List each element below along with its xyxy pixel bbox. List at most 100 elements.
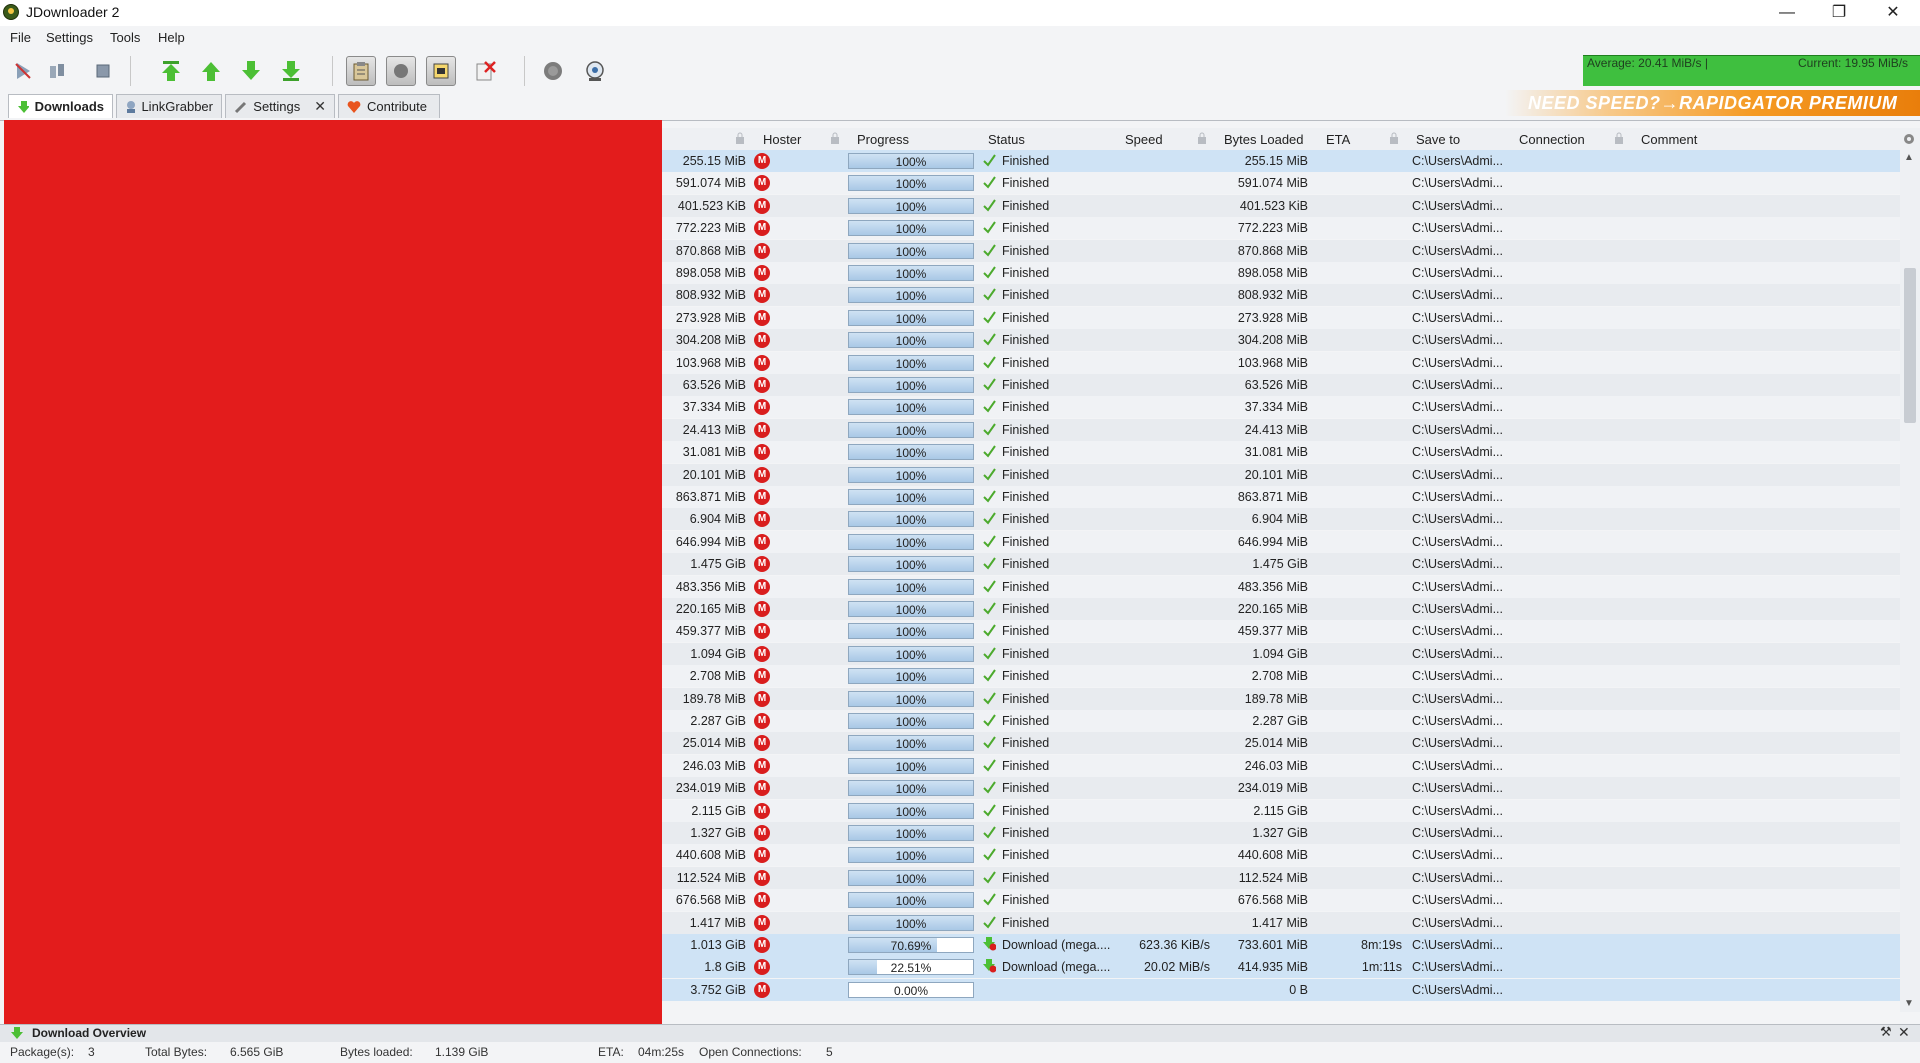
menu-settings[interactable]: Settings bbox=[46, 30, 93, 45]
bytes-loaded: 440.608 MiB bbox=[1237, 848, 1308, 863]
auto-update-icon[interactable] bbox=[426, 56, 456, 86]
close-panel-icon[interactable]: ✕ bbox=[1898, 1024, 1910, 1041]
table-row[interactable]: 24.413 MiB M 100% Finished 24.413 MiB C:\User… bbox=[662, 418, 1900, 441]
tab-linkgrabber[interactable]: LinkGrabber bbox=[116, 94, 222, 118]
start-downloads-icon[interactable] bbox=[8, 56, 38, 86]
column-bytes-loaded[interactable]: Bytes Loaded bbox=[1224, 132, 1304, 147]
lock-icon[interactable] bbox=[1197, 132, 1207, 144]
table-row[interactable]: 6.904 MiB M 100% Finished 6.904 MiB C:\Users\… bbox=[662, 508, 1900, 531]
table-row[interactable]: 1.417 MiB M 100% Finished 1.417 MiB C:\Users\… bbox=[662, 911, 1900, 934]
table-row[interactable]: 898.058 MiB M 100% Finished 898.058 MiB C:\Us… bbox=[662, 262, 1900, 284]
bytes-loaded: 676.568 MiB bbox=[1237, 893, 1308, 908]
cleanup-icon[interactable] bbox=[470, 56, 500, 86]
table-row[interactable]: 255.15 MiB M 100% Finished 255.15 MiB C:\User… bbox=[662, 150, 1900, 172]
table-row[interactable]: 808.932 MiB M 100% Finished 808.932 MiB C:\Us… bbox=[662, 284, 1900, 307]
table-row[interactable]: 273.928 MiB M 100% Finished 273.928 MiB C:\Us… bbox=[662, 306, 1900, 329]
table-row[interactable]: 189.78 MiB M 100% Finished 189.78 MiB C:\User… bbox=[662, 687, 1900, 710]
pause-downloads-icon[interactable] bbox=[42, 56, 72, 86]
current-speed: Current: 19.95 MiB/s bbox=[1798, 56, 1909, 70]
column-hoster[interactable]: Hoster bbox=[763, 132, 801, 147]
table-row[interactable]: 483.356 MiB M 100% Finished 483.356 MiB C:\Us… bbox=[662, 575, 1900, 598]
table-row[interactable]: 863.871 MiB M 100% Finished 863.871 MiB C:\Us… bbox=[662, 486, 1900, 508]
column-speed[interactable]: Speed bbox=[1125, 132, 1163, 147]
column-eta[interactable]: ETA bbox=[1326, 132, 1350, 147]
premium-banner-text[interactable]: NEED SPEED?→RAPIDGATOR PREMIUM bbox=[1528, 93, 1897, 114]
bytes-loaded: 772.223 MiB bbox=[1237, 221, 1308, 236]
move-top-icon[interactable] bbox=[156, 56, 186, 86]
column-connection[interactable]: Connection bbox=[1519, 132, 1585, 147]
wrench-icon[interactable]: ⚒ bbox=[1880, 1024, 1892, 1040]
move-bottom-icon[interactable] bbox=[276, 56, 306, 86]
table-row[interactable]: 103.968 MiB M 100% Finished 103.968 MiB C:\Us… bbox=[662, 351, 1900, 374]
tab-contribute-label: Contribute bbox=[367, 99, 427, 114]
premium-icon[interactable] bbox=[580, 56, 610, 86]
stop-downloads-icon[interactable] bbox=[88, 56, 118, 86]
scroll-up-icon[interactable]: ▲ bbox=[1904, 152, 1914, 163]
save-to-path: C:\Users\Admi... bbox=[1412, 490, 1503, 504]
menu-help[interactable]: Help bbox=[158, 30, 185, 45]
table-row[interactable]: 37.334 MiB M 100% Finished 37.334 MiB C:\User… bbox=[662, 396, 1900, 419]
table-row[interactable]: 646.994 MiB M 100% Finished 646.994 MiB C:\Us… bbox=[662, 530, 1900, 553]
table-row[interactable]: 440.608 MiB M 100% Finished 440.608 MiB C:\Us… bbox=[662, 844, 1900, 867]
tab-contribute[interactable]: Contribute bbox=[338, 94, 440, 118]
column-settings-icon[interactable] bbox=[1902, 132, 1916, 146]
table-row[interactable]: 1.8 GiB M 22.51% Download (mega.... 20.02 Mi… bbox=[662, 956, 1900, 979]
table-row[interactable]: 63.526 MiB M 100% Finished 63.526 MiB C:\User… bbox=[662, 374, 1900, 396]
scroll-down-icon[interactable]: ▼ bbox=[1904, 998, 1914, 1009]
lock-icon[interactable] bbox=[830, 132, 840, 144]
lock-icon[interactable] bbox=[1389, 132, 1399, 144]
table-row[interactable]: 591.074 MiB M 100% Finished 591.074 MiB C:\Us… bbox=[662, 172, 1900, 195]
scrollbar-thumb[interactable] bbox=[1904, 268, 1916, 423]
table-row[interactable]: 3.752 GiB M 0.00% 0 B C:\Users\Admi... bbox=[662, 978, 1900, 1001]
menu-file[interactable]: File bbox=[10, 30, 31, 45]
column-save-to[interactable]: Save to bbox=[1416, 132, 1460, 147]
table-row[interactable]: 112.524 MiB M 100% Finished 112.524 MiB C:\Us… bbox=[662, 866, 1900, 889]
bytes-loaded: 189.78 MiB bbox=[1244, 691, 1308, 706]
menu-tools[interactable]: Tools bbox=[110, 30, 140, 45]
clipboard-observer-icon[interactable] bbox=[346, 56, 376, 86]
table-row[interactable]: 25.014 MiB M 100% Finished 25.014 MiB C:\User… bbox=[662, 732, 1900, 755]
column-status[interactable]: Status bbox=[988, 132, 1025, 147]
table-row[interactable]: 304.208 MiB M 100% Finished 304.208 MiB C:\Us… bbox=[662, 329, 1900, 352]
table-row[interactable]: 31.081 MiB M 100% Finished 31.081 MiB C:\User… bbox=[662, 441, 1900, 464]
download-overview-panel bbox=[0, 1024, 1920, 1043]
table-row[interactable]: 2.115 GiB M 100% Finished 2.115 GiB C:\Users\… bbox=[662, 799, 1900, 822]
table-row[interactable]: 401.523 KiB M 100% Finished 401.523 KiB C:\Us… bbox=[662, 194, 1900, 217]
bytes-loaded: 808.932 MiB bbox=[1237, 288, 1308, 303]
table-row[interactable]: 20.101 MiB M 100% Finished 20.101 MiB C:\User… bbox=[662, 463, 1900, 486]
bytes-loaded: 63.526 MiB bbox=[1244, 378, 1308, 392]
close-tab-icon[interactable]: ✕ bbox=[314, 98, 326, 115]
minimize-button[interactable]: — bbox=[1764, 0, 1810, 26]
table-row[interactable]: 1.475 GiB M 100% Finished 1.475 GiB C:\Users\… bbox=[662, 553, 1900, 576]
table-row[interactable]: 1.013 GiB M 70.69% Download (mega.... 623.36… bbox=[662, 934, 1900, 956]
save-to-path: C:\Users\Admi... bbox=[1412, 557, 1503, 572]
column-progress[interactable]: Progress bbox=[857, 132, 909, 147]
move-down-icon[interactable] bbox=[236, 56, 266, 86]
table-row[interactable]: 234.019 MiB M 100% Finished 234.019 MiB C:\Us… bbox=[662, 777, 1900, 800]
tab-settings[interactable]: Settings ✕ bbox=[225, 94, 335, 118]
column-comment[interactable]: Comment bbox=[1641, 132, 1697, 147]
lock-icon[interactable] bbox=[735, 132, 745, 144]
table-row[interactable]: 2.287 GiB M 100% Finished 2.287 GiB C:\Users\… bbox=[662, 710, 1900, 732]
restore-button[interactable]: ❐ bbox=[1816, 0, 1862, 26]
bytes-loaded: 220.165 MiB bbox=[1237, 602, 1308, 616]
table-row[interactable]: 459.377 MiB M 100% Finished 459.377 MiB C:\Us… bbox=[662, 620, 1900, 643]
close-window-button[interactable]: ✕ bbox=[1870, 0, 1916, 26]
reconnect-icon[interactable] bbox=[386, 56, 416, 86]
packages-value: 3 bbox=[88, 1045, 95, 1059]
table-row[interactable]: 1.094 GiB M 100% Finished 1.094 GiB C:\Users\… bbox=[662, 642, 1900, 665]
save-to-path: C:\Users\Admi... bbox=[1412, 714, 1503, 728]
table-row[interactable]: 772.223 MiB M 100% Finished 772.223 MiB C:\Us… bbox=[662, 217, 1900, 240]
bytes-loaded: 1.475 GiB bbox=[1252, 557, 1308, 572]
save-to-path: C:\Users\Admi... bbox=[1412, 602, 1503, 616]
table-row[interactable]: 676.568 MiB M 100% Finished 676.568 MiB C:\Us… bbox=[662, 889, 1900, 912]
move-up-icon[interactable] bbox=[196, 56, 226, 86]
table-row[interactable]: 2.708 MiB M 100% Finished 2.708 MiB C:\Users\… bbox=[662, 665, 1900, 688]
table-row[interactable]: 220.165 MiB M 100% Finished 220.165 MiB C:\Us… bbox=[662, 598, 1900, 620]
table-row[interactable]: 246.03 MiB M 100% Finished 246.03 MiB C:\User… bbox=[662, 754, 1900, 777]
table-row[interactable]: 870.868 MiB M 100% Finished 870.868 MiB C:\Us… bbox=[662, 239, 1900, 262]
lock-icon[interactable] bbox=[1614, 132, 1624, 144]
silent-mode-icon[interactable] bbox=[538, 56, 568, 86]
tab-downloads[interactable]: Downloads bbox=[8, 94, 113, 118]
table-row[interactable]: 1.327 GiB M 100% Finished 1.327 GiB C:\Users\… bbox=[662, 822, 1900, 844]
